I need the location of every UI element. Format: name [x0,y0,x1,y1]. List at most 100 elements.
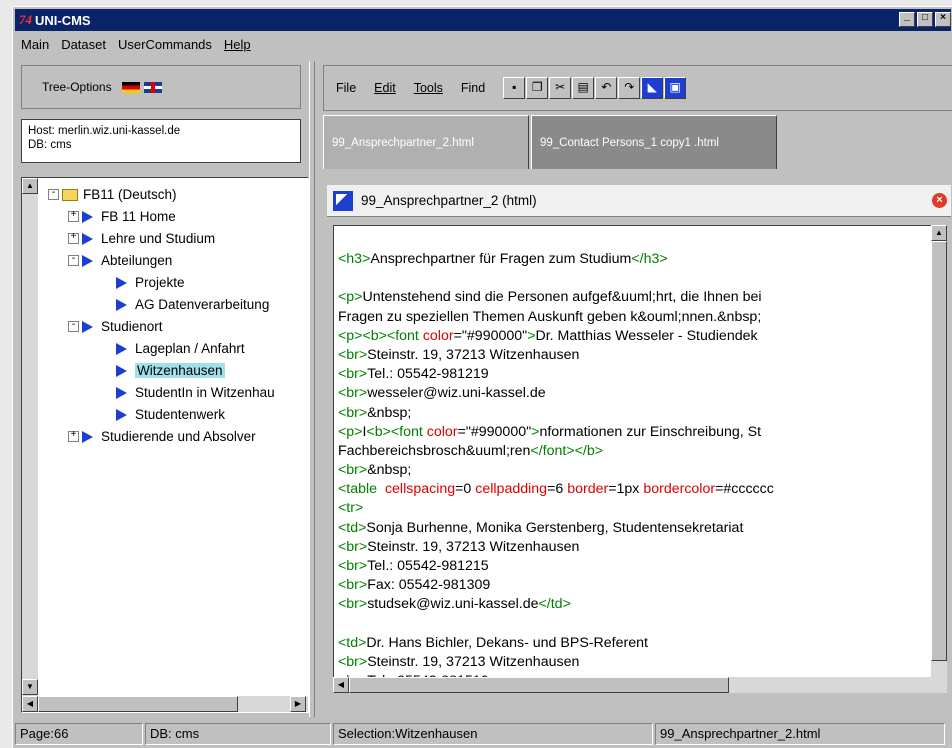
menu-main[interactable]: Main [15,37,55,52]
expand-icon[interactable]: + [68,233,79,244]
page-arrow-icon [82,254,93,267]
status-file: 99_Ansprechpartner_2.html [655,723,945,745]
page-arrow-icon [82,320,93,333]
page-arrow-icon [116,276,127,289]
collapse-icon[interactable]: - [48,189,59,200]
close-icon[interactable]: × [935,12,951,27]
menu-file[interactable]: File [336,81,356,95]
code-line: Fragen zu speziellen Themen Auskunft geb… [338,308,762,325]
status-page: Page:66 [15,723,143,745]
tree-item-label: Witzenhausen [135,363,225,378]
editor-horizontal-scrollbar[interactable]: ◀ [333,677,947,693]
page-arrow-icon [116,342,127,355]
tree-vertical-scrollbar[interactable]: ▲ ▼ [22,178,38,712]
menu-help[interactable]: Help [218,37,257,52]
editor-vscroll-thumb[interactable] [931,241,947,661]
code-line: <br>&nbsp; [338,462,412,479]
connection-info: Host: merlin.wiz.uni-kassel.de DB: cms [21,119,301,163]
tree-item-label: Studienort [101,319,163,334]
close-document-icon[interactable]: × [932,193,947,208]
scroll-up-icon[interactable]: ▲ [22,178,38,194]
english-flag-icon[interactable] [143,81,162,93]
menu-tools[interactable]: Tools [414,81,443,95]
app-logo: 74 [19,12,32,27]
maximize-icon[interactable]: □ [917,12,933,27]
tree-item-label: StudentIn in Witzenhau [135,385,275,400]
app-window: 74 UNI-CMS _ □ × Main Dataset UserComman… [12,6,952,748]
collapse-icon[interactable]: - [68,255,79,266]
tree-folder[interactable]: - FB11 (Deutsch) [48,184,177,205]
folder-icon [62,188,78,201]
tree-item-label: Studierende und Absolver [101,429,256,444]
scroll-left-icon[interactable]: ◀ [22,696,38,712]
code-line: <br>studsek@wiz.uni-kassel.de</td> [338,596,571,613]
tree-item[interactable]: - Abteilungen [68,250,172,271]
publish-icon[interactable]: ▣ [664,77,687,99]
status-bar: Page:66 DB: cms Selection:Witzenhausen 9… [15,721,951,747]
undo-icon[interactable]: ↶ [595,77,618,99]
menu-bar: Main Dataset UserCommands Help [15,33,257,55]
page-arrow-icon [116,364,127,377]
german-flag-icon[interactable] [121,81,140,93]
tree-options-button[interactable]: Tree-Options [42,80,112,94]
copy-icon[interactable]: ❐ [526,77,549,99]
code-editor[interactable]: <h3>Ansprechpartner für Fragen zum Studi… [333,225,931,677]
tree-item[interactable]: AG Datenverarbeitung [102,294,269,315]
menu-usercommands[interactable]: UserCommands [112,37,218,52]
pane-splitter[interactable] [309,61,315,717]
code-line: <br>Steinstr. 19, 37213 Witzenhausen [338,538,580,555]
collapse-icon[interactable]: - [68,321,79,332]
scroll-up-icon[interactable]: ▲ [931,225,947,241]
code-line: <br>Tel.: 05542-981215 [338,558,489,574]
tree-item[interactable]: Projekte [102,272,185,293]
tree-item[interactable]: + Studierende und Absolver [68,426,256,447]
site-tree[interactable]: - FB11 (Deutsch) + FB 11 Home + Lehre und Stu… [21,177,309,713]
page-arrow-icon [82,430,93,443]
editor-pane: File Edit Tools Find ▪ ❐ ✂ ▤ ↶ ↷ ◣ ▣ 99_… [319,61,952,717]
tree-item-label: Lehre und Studium [101,231,216,246]
tree-item[interactable]: + Lehre und Studium [68,228,215,249]
code-line: <td>Dr. Hans Bichler, Dekans- und BPS-Re… [338,634,648,651]
menu-find[interactable]: Find [461,81,485,95]
menu-edit[interactable]: Edit [374,81,396,95]
preview-icon[interactable]: ◣ [641,77,664,99]
status-db: DB: cms [145,723,331,745]
status-selection: Selection:Witzenhausen [333,723,653,745]
scroll-right-icon[interactable]: ▶ [290,696,306,712]
tree-item[interactable]: StudentIn in Witzenhau [102,382,275,403]
tree-item[interactable]: Lageplan / Anfahrt [102,338,245,359]
editor-vertical-scrollbar[interactable]: ▲ [931,225,947,677]
title-bar[interactable]: 74 UNI-CMS _ □ × [15,9,951,31]
file-tabs: 99_Ansprechpartner_2.html 99_Contact Per… [323,115,777,169]
save-icon[interactable]: ▪ [503,77,526,99]
editor-hscroll-thumb[interactable] [349,677,729,693]
document-header: 99_Ansprechpartner_2 (html) × [327,185,951,217]
code-line: <td>Sonja Burhenne, Monika Gerstenberg, … [338,519,744,536]
tree-item[interactable]: + FB 11 Home [68,206,176,227]
tree-item[interactable]: - Studienort [68,316,163,337]
code-line: <br>Fax: 05542-981309 [338,577,491,594]
expand-icon[interactable]: + [68,211,79,222]
scroll-left-icon[interactable]: ◀ [333,677,349,693]
code-line: <p><b><font color="#990000">Dr. Matthias… [338,327,758,344]
tree-horizontal-scrollbar[interactable]: ◀ ▶ [22,696,308,712]
tree-item-label: Projekte [135,275,185,290]
tree-item-label: Abteilungen [101,253,173,268]
minimize-icon[interactable]: _ [899,12,915,27]
code-line: <br>Steinstr. 19, 37213 Witzenhausen [338,653,580,670]
scroll-down-icon[interactable]: ▼ [22,679,38,695]
expand-icon[interactable]: + [68,431,79,442]
menu-dataset[interactable]: Dataset [55,37,112,52]
paste-icon[interactable]: ▤ [572,77,595,99]
tree-scroll-thumb[interactable] [38,696,238,712]
tab-contact-persons[interactable]: 99_Contact Persons_1 copy1 .html [531,115,777,169]
tree-item[interactable]: Studentenwerk [102,404,225,425]
cut-icon[interactable]: ✂ [549,77,572,99]
tab-ansprechpartner[interactable]: 99_Ansprechpartner_2.html [323,115,529,169]
code-line: <p>Untenstehend sind die Personen aufgef… [338,289,762,306]
tree-item[interactable]: Witzenhausen [102,360,225,381]
code-line: <h3>Ansprechpartner für Fragen zum Studi… [338,251,668,267]
redo-icon[interactable]: ↷ [618,77,641,99]
code-line: <p>I<b><font color="#990000">nformatione… [338,423,762,440]
tree-options-bar: Tree-Options [21,65,301,109]
